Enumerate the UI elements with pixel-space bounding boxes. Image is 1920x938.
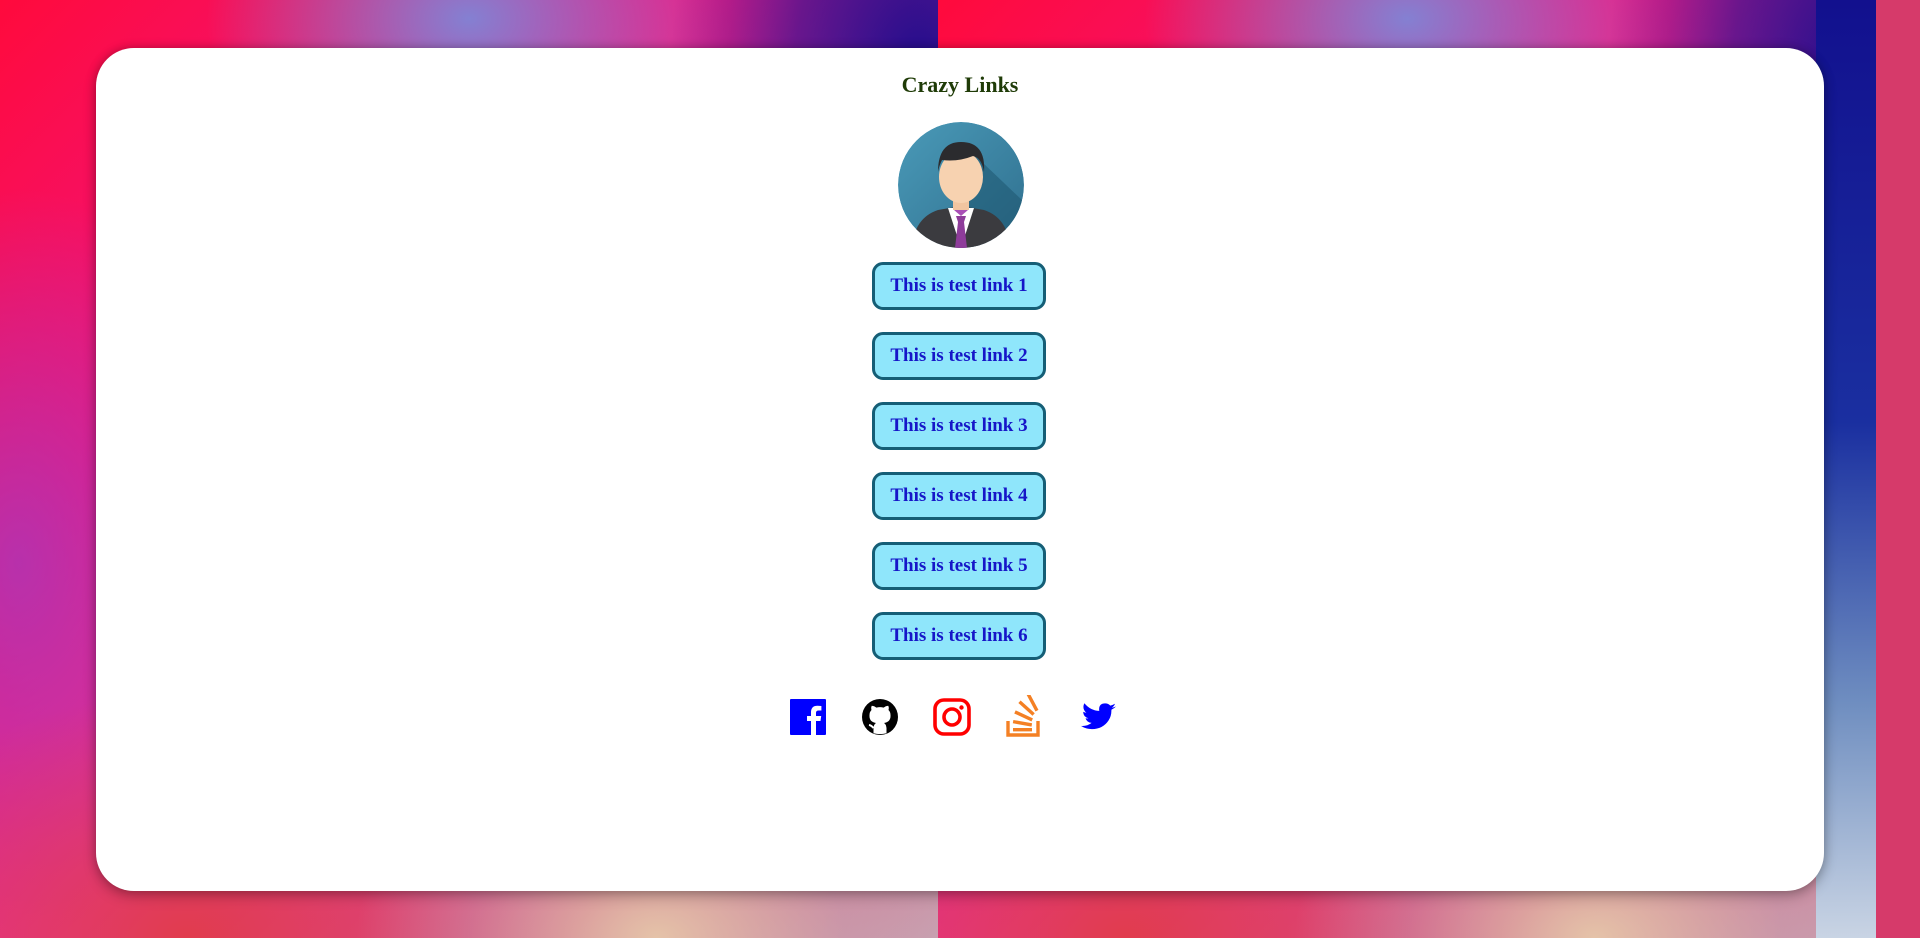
page-title: Crazy Links <box>901 72 1019 97</box>
businessman-avatar-icon <box>898 122 1024 248</box>
stackoverflow-icon[interactable] <box>1002 695 1046 739</box>
test-link-1-button[interactable]: This is test link 1 <box>872 262 1046 310</box>
test-link-3-button[interactable]: This is test link 3 <box>872 402 1046 450</box>
github-icon[interactable] <box>858 695 902 739</box>
instagram-icon[interactable] <box>930 695 974 739</box>
facebook-icon[interactable] <box>786 695 830 739</box>
test-link-4-button[interactable]: This is test link 4 <box>872 472 1046 520</box>
test-link-6-button[interactable]: This is test link 6 <box>872 612 1046 660</box>
test-link-5-button[interactable]: This is test link 5 <box>872 542 1046 590</box>
test-link-2-button[interactable]: This is test link 2 <box>872 332 1046 380</box>
twitter-icon[interactable] <box>1076 695 1120 739</box>
